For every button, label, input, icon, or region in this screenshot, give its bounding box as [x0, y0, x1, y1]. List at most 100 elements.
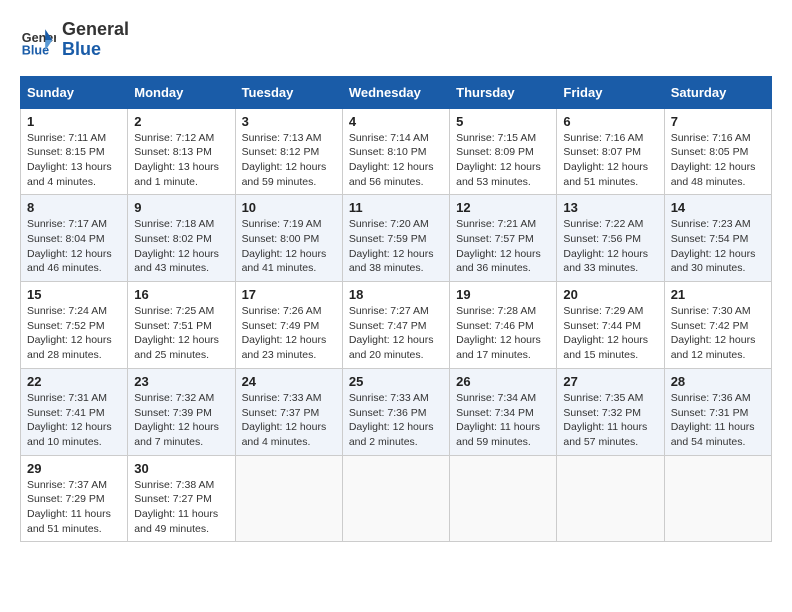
day-number: 29 — [27, 461, 121, 476]
day-number: 26 — [456, 374, 550, 389]
day-info: Sunrise: 7:14 AM Sunset: 8:10 PM Dayligh… — [349, 131, 443, 190]
calendar-table: SundayMondayTuesdayWednesdayThursdayFrid… — [20, 76, 772, 543]
day-info: Sunrise: 7:33 AM Sunset: 7:36 PM Dayligh… — [349, 391, 443, 450]
day-number: 19 — [456, 287, 550, 302]
day-number: 8 — [27, 200, 121, 215]
day-info: Sunrise: 7:30 AM Sunset: 7:42 PM Dayligh… — [671, 304, 765, 363]
calendar-week-row: 15 Sunrise: 7:24 AM Sunset: 7:52 PM Dayli… — [21, 282, 772, 369]
day-info: Sunrise: 7:27 AM Sunset: 7:47 PM Dayligh… — [349, 304, 443, 363]
calendar-cell — [664, 455, 771, 542]
day-info: Sunrise: 7:38 AM Sunset: 7:27 PM Dayligh… — [134, 478, 228, 537]
day-info: Sunrise: 7:15 AM Sunset: 8:09 PM Dayligh… — [456, 131, 550, 190]
day-number: 4 — [349, 114, 443, 129]
day-info: Sunrise: 7:21 AM Sunset: 7:57 PM Dayligh… — [456, 217, 550, 276]
column-header-monday: Monday — [128, 76, 235, 108]
day-info: Sunrise: 7:37 AM Sunset: 7:29 PM Dayligh… — [27, 478, 121, 537]
day-number: 25 — [349, 374, 443, 389]
calendar-cell — [557, 455, 664, 542]
day-info: Sunrise: 7:32 AM Sunset: 7:39 PM Dayligh… — [134, 391, 228, 450]
logo: General Blue General Blue — [20, 20, 129, 60]
day-number: 9 — [134, 200, 228, 215]
calendar-cell: 9Sunrise: 7:18 AM Sunset: 8:02 PM Daylig… — [128, 195, 235, 282]
day-number: 22 — [27, 374, 121, 389]
svg-text:Blue: Blue — [22, 43, 49, 57]
day-info: Sunrise: 7:33 AM Sunset: 7:37 PM Dayligh… — [242, 391, 336, 450]
calendar-cell: 20 Sunrise: 7:29 AM Sunset: 7:44 PM Dayli… — [557, 282, 664, 369]
day-info: Sunrise: 7:17 AM Sunset: 8:04 PM Dayligh… — [27, 217, 121, 276]
day-info: Sunrise: 7:13 AM Sunset: 8:12 PM Dayligh… — [242, 131, 336, 190]
day-info: Sunrise: 7:36 AM Sunset: 7:31 PM Dayligh… — [671, 391, 765, 450]
day-info: Sunrise: 7:23 AM Sunset: 7:54 PM Dayligh… — [671, 217, 765, 276]
day-number: 10 — [242, 200, 336, 215]
calendar-cell: 4 Sunrise: 7:14 AM Sunset: 8:10 PM Daylig… — [342, 108, 449, 195]
calendar-cell: 28 Sunrise: 7:36 AM Sunset: 7:31 PM Dayli… — [664, 368, 771, 455]
calendar-cell: 13Sunrise: 7:22 AM Sunset: 7:56 PM Dayli… — [557, 195, 664, 282]
day-number: 13 — [563, 200, 657, 215]
day-info: Sunrise: 7:28 AM Sunset: 7:46 PM Dayligh… — [456, 304, 550, 363]
day-info: Sunrise: 7:25 AM Sunset: 7:51 PM Dayligh… — [134, 304, 228, 363]
day-info: Sunrise: 7:11 AM Sunset: 8:15 PM Dayligh… — [27, 131, 121, 190]
day-info: Sunrise: 7:35 AM Sunset: 7:32 PM Dayligh… — [563, 391, 657, 450]
day-number: 15 — [27, 287, 121, 302]
calendar-week-row: 29 Sunrise: 7:37 AM Sunset: 7:29 PM Dayli… — [21, 455, 772, 542]
calendar-cell: 26Sunrise: 7:34 AM Sunset: 7:34 PM Dayli… — [450, 368, 557, 455]
calendar-cell — [235, 455, 342, 542]
calendar-cell: 16 Sunrise: 7:25 AM Sunset: 7:51 PM Dayli… — [128, 282, 235, 369]
day-number: 1 — [27, 114, 121, 129]
day-info: Sunrise: 7:16 AM Sunset: 8:05 PM Dayligh… — [671, 131, 765, 190]
calendar-cell: 6 Sunrise: 7:16 AM Sunset: 8:07 PM Daylig… — [557, 108, 664, 195]
day-info: Sunrise: 7:19 AM Sunset: 8:00 PM Dayligh… — [242, 217, 336, 276]
logo-icon: General Blue — [20, 22, 56, 58]
day-info: Sunrise: 7:16 AM Sunset: 8:07 PM Dayligh… — [563, 131, 657, 190]
calendar-cell: 18 Sunrise: 7:27 AM Sunset: 7:47 PM Dayli… — [342, 282, 449, 369]
column-header-saturday: Saturday — [664, 76, 771, 108]
calendar-cell: 23Sunrise: 7:32 AM Sunset: 7:39 PM Dayli… — [128, 368, 235, 455]
day-info: Sunrise: 7:26 AM Sunset: 7:49 PM Dayligh… — [242, 304, 336, 363]
calendar-cell: 15 Sunrise: 7:24 AM Sunset: 7:52 PM Dayli… — [21, 282, 128, 369]
day-info: Sunrise: 7:24 AM Sunset: 7:52 PM Dayligh… — [27, 304, 121, 363]
calendar-cell — [450, 455, 557, 542]
day-number: 12 — [456, 200, 550, 215]
calendar-cell: 8 Sunrise: 7:17 AM Sunset: 8:04 PM Daylig… — [21, 195, 128, 282]
day-number: 28 — [671, 374, 765, 389]
day-number: 2 — [134, 114, 228, 129]
day-number: 6 — [563, 114, 657, 129]
day-number: 27 — [563, 374, 657, 389]
calendar-cell: 3 Sunrise: 7:13 AM Sunset: 8:12 PM Daylig… — [235, 108, 342, 195]
calendar-cell: 25 Sunrise: 7:33 AM Sunset: 7:36 PM Dayli… — [342, 368, 449, 455]
calendar-cell: 21 Sunrise: 7:30 AM Sunset: 7:42 PM Dayli… — [664, 282, 771, 369]
day-number: 30 — [134, 461, 228, 476]
calendar-cell: 22Sunrise: 7:31 AM Sunset: 7:41 PM Dayli… — [21, 368, 128, 455]
day-number: 20 — [563, 287, 657, 302]
column-header-friday: Friday — [557, 76, 664, 108]
calendar-cell: 5Sunrise: 7:15 AM Sunset: 8:09 PM Daylig… — [450, 108, 557, 195]
column-header-sunday: Sunday — [21, 76, 128, 108]
calendar-cell: 10 Sunrise: 7:19 AM Sunset: 8:00 PM Dayli… — [235, 195, 342, 282]
day-number: 18 — [349, 287, 443, 302]
calendar-header-row: SundayMondayTuesdayWednesdayThursdayFrid… — [21, 76, 772, 108]
calendar-cell: 30 Sunrise: 7:38 AM Sunset: 7:27 PM Dayli… — [128, 455, 235, 542]
calendar-cell: 11 Sunrise: 7:20 AM Sunset: 7:59 PM Dayli… — [342, 195, 449, 282]
logo-text: General Blue — [62, 20, 129, 60]
calendar-week-row: 8 Sunrise: 7:17 AM Sunset: 8:04 PM Daylig… — [21, 195, 772, 282]
day-number: 11 — [349, 200, 443, 215]
day-number: 21 — [671, 287, 765, 302]
calendar-cell: 27 Sunrise: 7:35 AM Sunset: 7:32 PM Dayli… — [557, 368, 664, 455]
column-header-wednesday: Wednesday — [342, 76, 449, 108]
calendar-cell: 29 Sunrise: 7:37 AM Sunset: 7:29 PM Dayli… — [21, 455, 128, 542]
calendar-cell: 2Sunrise: 7:12 AM Sunset: 8:13 PM Daylig… — [128, 108, 235, 195]
calendar-cell: 19 Sunrise: 7:28 AM Sunset: 7:46 PM Dayli… — [450, 282, 557, 369]
calendar-cell: 24 Sunrise: 7:33 AM Sunset: 7:37 PM Dayli… — [235, 368, 342, 455]
day-info: Sunrise: 7:20 AM Sunset: 7:59 PM Dayligh… — [349, 217, 443, 276]
day-number: 16 — [134, 287, 228, 302]
calendar-cell: 14 Sunrise: 7:23 AM Sunset: 7:54 PM Dayli… — [664, 195, 771, 282]
day-number: 17 — [242, 287, 336, 302]
day-number: 14 — [671, 200, 765, 215]
day-number: 7 — [671, 114, 765, 129]
calendar-cell: 7 Sunrise: 7:16 AM Sunset: 8:05 PM Daylig… — [664, 108, 771, 195]
day-number: 24 — [242, 374, 336, 389]
day-number: 3 — [242, 114, 336, 129]
calendar-cell: 17 Sunrise: 7:26 AM Sunset: 7:49 PM Dayli… — [235, 282, 342, 369]
day-info: Sunrise: 7:29 AM Sunset: 7:44 PM Dayligh… — [563, 304, 657, 363]
column-header-thursday: Thursday — [450, 76, 557, 108]
